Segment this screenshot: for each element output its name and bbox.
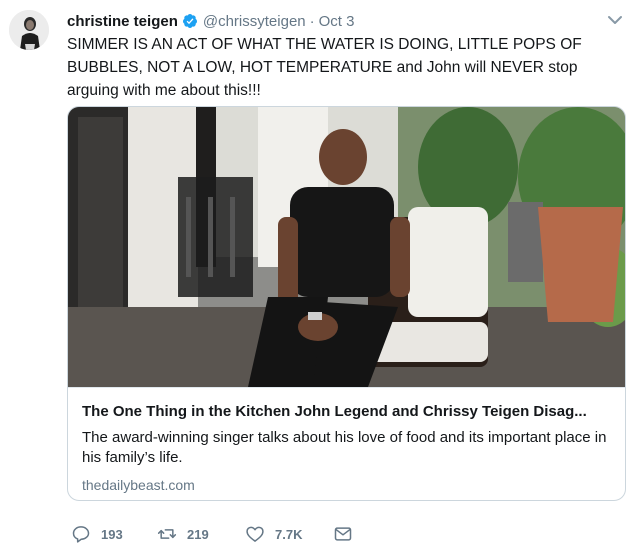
verified-badge-icon <box>182 14 197 28</box>
retweet-icon <box>157 529 177 539</box>
reply-button[interactable]: 193 <box>71 522 123 546</box>
tweet-date[interactable]: Oct 3 <box>319 13 355 30</box>
avatar[interactable] <box>9 10 49 50</box>
card-body: The One Thing in the Kitchen John Legend… <box>68 387 625 500</box>
envelope-icon <box>334 527 352 541</box>
card-description: The award-winning singer talks about his… <box>82 429 607 466</box>
card-title[interactable]: The One Thing in the Kitchen John Legend… <box>82 402 611 422</box>
chevron-down-icon[interactable] <box>606 13 624 27</box>
card-photo <box>68 107 625 387</box>
retweet-button[interactable]: 219 <box>157 522 209 546</box>
tweet-text: SIMMER IS AN ACT OF WHAT THE WATER IS DO… <box>67 36 582 99</box>
separator-dot: · <box>309 12 315 30</box>
tweet[interactable]: christine teigen @chrissyteigen · Oct 3 … <box>0 0 640 553</box>
direct-message-button[interactable] <box>333 522 353 546</box>
like-button[interactable]: 7.7K <box>245 522 302 546</box>
reply-icon <box>72 526 90 543</box>
link-card[interactable]: The One Thing in the Kitchen John Legend… <box>67 106 626 501</box>
avatar-image <box>9 10 49 50</box>
handle[interactable]: @chrissyteigen <box>203 13 306 30</box>
reply-count: 193 <box>101 526 123 542</box>
like-count: 7.7K <box>275 526 303 542</box>
action-bar: 193 219 7.7K <box>67 522 387 546</box>
tweet-header: christine teigen @chrissyteigen · Oct 3 <box>67 11 355 31</box>
heart-icon <box>246 526 264 542</box>
retweet-count: 219 <box>187 526 209 542</box>
card-domain[interactable]: thedailybeast.com <box>82 476 611 494</box>
display-name[interactable]: christine teigen <box>67 13 178 30</box>
